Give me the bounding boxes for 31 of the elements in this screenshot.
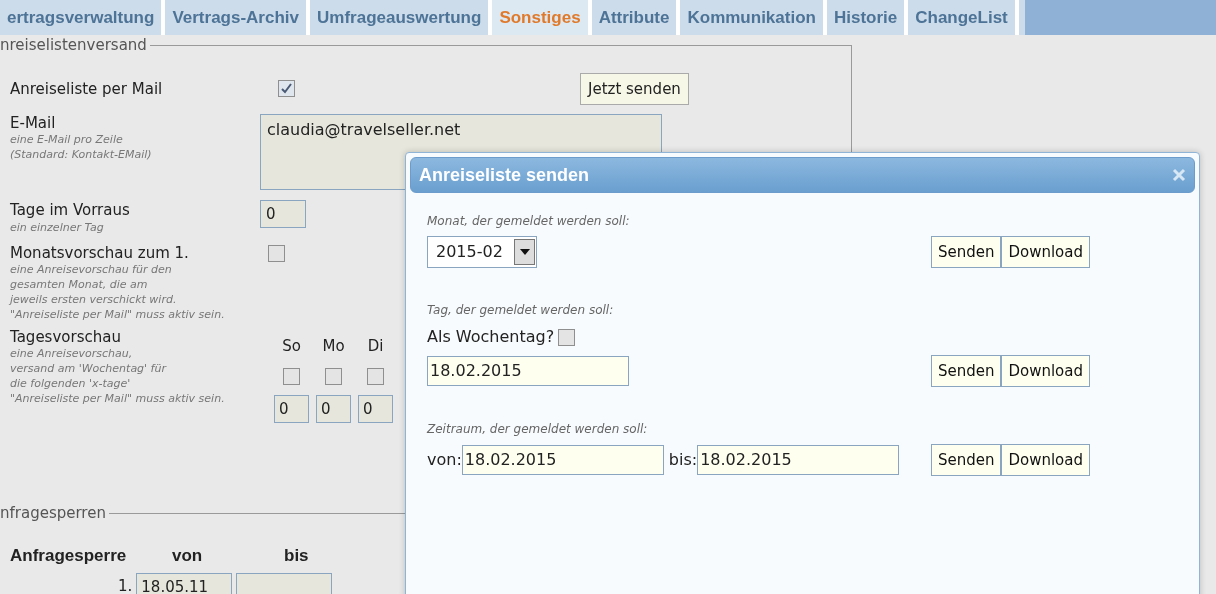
section-caption: Monat, der gemeldet werden soll: [427,213,631,229]
dialog-title: Anreiseliste senden [419,163,590,187]
field-label: Tage im Vorraus [10,200,131,220]
hint-text: ein einzelner Tag [10,220,105,235]
hint-text: gesamten Monat, die am [10,277,149,292]
hint-text: eine Anreisevorschau, [10,346,134,361]
fieldset-legend: nfragesperren [0,504,109,522]
column-header: von [172,545,204,567]
column-header: bis [284,545,309,567]
field-label: Monatsvorschau zum 1. [10,244,190,262]
row-number: 1. [118,576,133,594]
hint-text: jeweils ersten verschickt wird. [10,292,178,307]
hint-text: "Anreiseliste per Mail" muss aktiv sein. [10,307,226,322]
field-label: E-Mail [10,114,57,132]
weekday-option-label: Als Wochentag? [427,326,555,348]
hint-text: die folgenden 'x-tage' [10,376,132,391]
weekday-label: So [282,336,301,356]
field-label: Anreiseliste per Mail [10,78,164,100]
section-caption: Tag, der gemeldet werden soll: [427,302,615,318]
hint-text: eine E-Mail pro Zeile [10,132,124,147]
weekday-label: Di [367,336,384,356]
to-label: bis: [668,449,698,471]
hint-text: "Anreiseliste per Mail" muss aktiv sein. [10,391,226,406]
hint-text: versand am 'Wochentag' für [10,361,168,376]
from-label: von: [427,449,462,471]
field-label: Tagesvorschau [10,328,122,346]
hint-text: (Standard: Kontakt-EMail) [10,147,153,162]
hint-text: eine Anreisevorschau für den [10,262,173,277]
section-caption: Zeitraum, der gemeldet werden soll: [427,421,649,437]
weekday-label: Mo [322,336,345,356]
column-header: Anfragesperre [10,545,128,567]
